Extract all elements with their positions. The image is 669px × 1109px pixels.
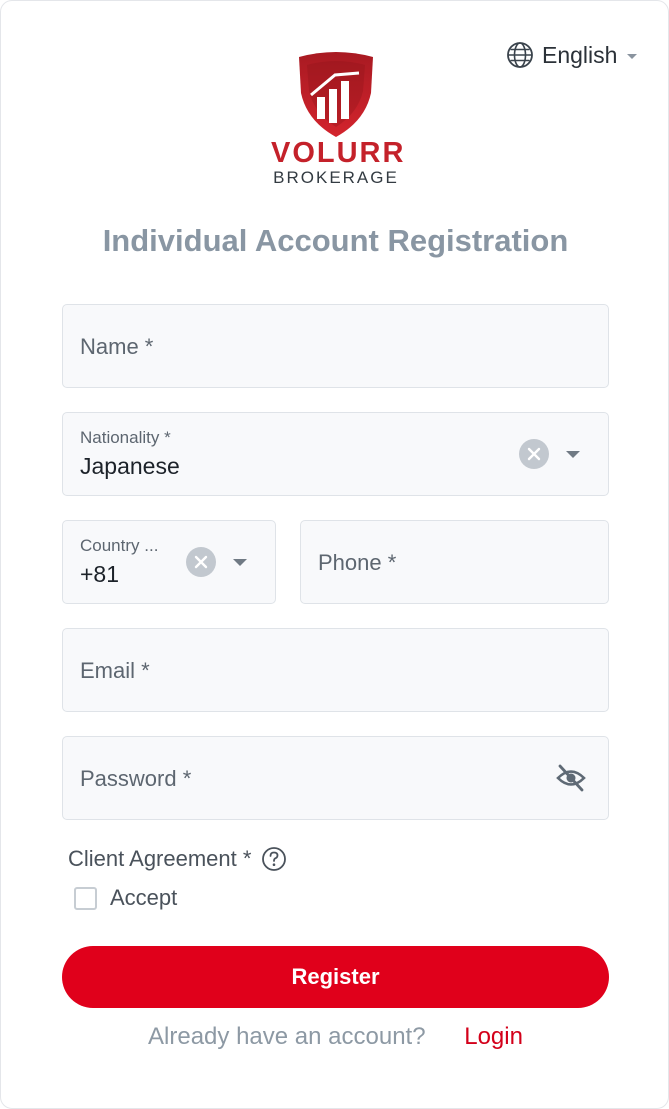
country-code-value: +81: [80, 561, 120, 587]
brand-logo: VOLURR BROKERAGE: [271, 51, 406, 191]
accept-checkbox-row[interactable]: Accept: [74, 885, 177, 911]
login-link[interactable]: Login: [464, 1023, 523, 1050]
brand-subtitle: BROKERAGE: [273, 168, 399, 187]
accept-checkbox[interactable]: [74, 886, 97, 910]
language-selector[interactable]: English: [506, 41, 638, 69]
globe-icon: [507, 42, 533, 68]
brand-name: VOLURR: [271, 137, 406, 169]
eye-slash-icon[interactable]: [555, 763, 587, 793]
password-input[interactable]: Password *: [62, 736, 609, 820]
accept-label: Accept: [110, 885, 178, 910]
client-agreement: Client Agreement *: [68, 846, 287, 872]
chevron-down-icon: [627, 53, 638, 59]
chevron-down-icon[interactable]: [566, 451, 580, 458]
chevron-down-icon[interactable]: [233, 559, 247, 566]
register-button[interactable]: Register: [62, 946, 609, 1008]
name-placeholder: Name *: [80, 334, 154, 359]
login-prompt: Already have an account? Login: [1, 1023, 669, 1051]
password-placeholder: Password *: [80, 766, 192, 791]
client-agreement-label: Client Agreement *: [68, 846, 252, 871]
phone-input[interactable]: Phone *: [300, 520, 609, 604]
clear-nationality-icon[interactable]: [519, 439, 549, 469]
email-placeholder: Email *: [80, 658, 150, 683]
clear-country-code-icon[interactable]: [186, 547, 216, 577]
registration-card: English VOLURR BROKERAGE Individual Acco…: [0, 0, 669, 1109]
already-have-account-text: Already have an account?: [148, 1023, 426, 1050]
nationality-value: Japanese: [80, 453, 180, 479]
shield-logo-icon: [299, 52, 373, 137]
name-input[interactable]: Name *: [62, 304, 609, 388]
language-label: English: [542, 41, 618, 68]
phone-placeholder: Phone *: [318, 550, 397, 575]
country-code-select[interactable]: Country ... +81: [62, 520, 276, 604]
email-input[interactable]: Email *: [62, 628, 609, 712]
nationality-select[interactable]: Nationality * Japanese: [62, 412, 609, 496]
page-title: Individual Account Registration: [102, 223, 569, 258]
help-icon[interactable]: [261, 846, 287, 872]
nationality-label: Nationality *: [80, 428, 171, 447]
country-code-label: Country ...: [80, 536, 159, 555]
